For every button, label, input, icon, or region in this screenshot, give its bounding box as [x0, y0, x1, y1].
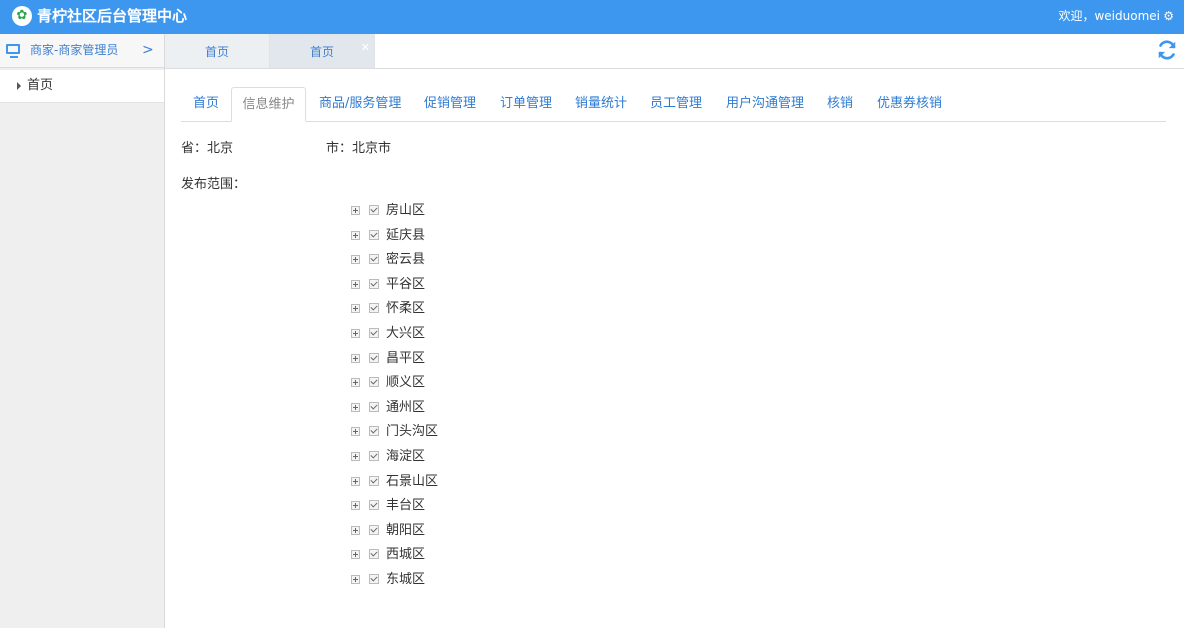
- district-checkbox[interactable]: [369, 451, 379, 461]
- district-label: 延庆县: [386, 228, 426, 243]
- expand-plus-icon[interactable]: [351, 477, 360, 486]
- expand-plus-icon[interactable]: [351, 550, 360, 559]
- district-checkbox[interactable]: [369, 254, 379, 264]
- tab-coupon-verification[interactable]: 优惠券核销: [877, 87, 942, 121]
- expand-plus-icon[interactable]: [351, 255, 360, 264]
- district-checkbox[interactable]: [369, 574, 379, 584]
- district-label: 大兴区: [386, 326, 426, 341]
- tab-verification[interactable]: 核销: [827, 87, 853, 121]
- district-label: 房山区: [386, 203, 426, 218]
- sidebar-role-header[interactable]: 商家-商家管理员 >: [0, 34, 164, 68]
- sidebar-item-home[interactable]: 首页: [0, 70, 164, 103]
- tab-home[interactable]: 首页: [193, 87, 219, 121]
- district-checkbox[interactable]: [369, 525, 379, 535]
- district-label: 西城区: [386, 547, 426, 562]
- close-icon[interactable]: ✕: [361, 42, 370, 54]
- district-label: 东城区: [386, 572, 426, 587]
- sidebar: 商家-商家管理员 > 首页: [0, 34, 165, 628]
- expand-plus-icon[interactable]: [351, 329, 360, 338]
- district-checkbox[interactable]: [369, 230, 379, 240]
- expand-plus-icon[interactable]: [351, 501, 360, 510]
- district-checkbox[interactable]: [369, 402, 379, 412]
- district-label: 海淀区: [386, 449, 426, 464]
- expand-plus-icon[interactable]: [351, 427, 360, 436]
- expand-plus-icon[interactable]: [351, 280, 360, 289]
- district-checkbox[interactable]: [369, 279, 379, 289]
- district-checkbox[interactable]: [369, 500, 379, 510]
- district-checkbox[interactable]: [369, 353, 379, 363]
- expand-plus-icon[interactable]: [351, 206, 360, 215]
- district-label: 门头沟区: [386, 424, 439, 439]
- page-tab-label: 首页: [205, 45, 230, 59]
- district-label: 通州区: [386, 400, 426, 415]
- page-tab-label: 首页: [310, 45, 335, 59]
- city-value: 市：北京市: [326, 141, 392, 156]
- expand-plus-icon[interactable]: [351, 526, 360, 535]
- district-checkbox[interactable]: [369, 377, 379, 387]
- page-tab-home-active[interactable]: 首页 ✕: [270, 34, 375, 68]
- expand-plus-icon[interactable]: [351, 378, 360, 387]
- tab-sales-stats[interactable]: 销量统计: [575, 87, 627, 121]
- monitor-stand-icon: [10, 56, 18, 58]
- caret-right-icon: [17, 82, 21, 90]
- scope-label: 发布范围：: [181, 177, 247, 192]
- tab-goods-service[interactable]: 商品/服务管理: [319, 87, 401, 121]
- district-label: 平谷区: [386, 277, 426, 292]
- page-tab-home[interactable]: 首页: [165, 34, 270, 68]
- app-title: 青柠社区后台管理中心: [37, 7, 188, 25]
- district-checkbox[interactable]: [369, 328, 379, 338]
- expand-plus-icon[interactable]: [351, 575, 360, 584]
- district-label: 昌平区: [386, 351, 426, 366]
- sidebar-role-label: 商家-商家管理员: [30, 43, 119, 57]
- chevron-right-icon[interactable]: >: [142, 41, 154, 59]
- province-value: 省：北京: [181, 141, 234, 156]
- district-label: 顺义区: [386, 375, 426, 390]
- district-label: 朝阳区: [386, 523, 426, 538]
- expand-plus-icon[interactable]: [351, 354, 360, 363]
- expand-plus-icon[interactable]: [351, 304, 360, 313]
- tab-orders[interactable]: 订单管理: [500, 87, 552, 121]
- gear-icon[interactable]: ⚙: [1163, 8, 1174, 24]
- tab-promotion[interactable]: 促销管理: [424, 87, 476, 121]
- district-label: 石景山区: [386, 474, 439, 489]
- tab-user-communication[interactable]: 用户沟通管理: [726, 87, 804, 121]
- district-checkbox[interactable]: [369, 549, 379, 559]
- district-label: 丰台区: [386, 498, 426, 513]
- tab-staff[interactable]: 员工管理: [650, 87, 702, 121]
- district-checkbox[interactable]: [369, 303, 379, 313]
- main-content: 首页 信息维护 商品/服务管理 促销管理 订单管理 销量统计 员工管理 用户沟通…: [165, 69, 1184, 628]
- district-label: 密云县: [386, 252, 426, 267]
- monitor-icon: [6, 44, 20, 54]
- sidebar-item-label: 首页: [27, 78, 54, 93]
- page-tab-strip: 首页 首页 ✕: [165, 34, 1184, 69]
- expand-plus-icon[interactable]: [351, 452, 360, 461]
- expand-plus-icon[interactable]: [351, 231, 360, 240]
- tab-info-maintenance[interactable]: 信息维护: [231, 87, 306, 122]
- expand-plus-icon[interactable]: [351, 403, 360, 412]
- district-label: 怀柔区: [386, 301, 426, 316]
- welcome-user[interactable]: 欢迎，weiduomei: [1058, 9, 1160, 23]
- refresh-icon[interactable]: [1156, 39, 1178, 61]
- app-logo-icon: ✿: [12, 6, 32, 26]
- district-checkbox[interactable]: [369, 205, 379, 215]
- module-nav-tabs: 首页 信息维护 商品/服务管理 促销管理 订单管理 销量统计 员工管理 用户沟通…: [181, 87, 1166, 122]
- top-bar: ✿ 青柠社区后台管理中心 欢迎，weiduomei ⚙: [0, 0, 1184, 34]
- district-checkbox[interactable]: [369, 426, 379, 436]
- district-checkbox[interactable]: [369, 476, 379, 486]
